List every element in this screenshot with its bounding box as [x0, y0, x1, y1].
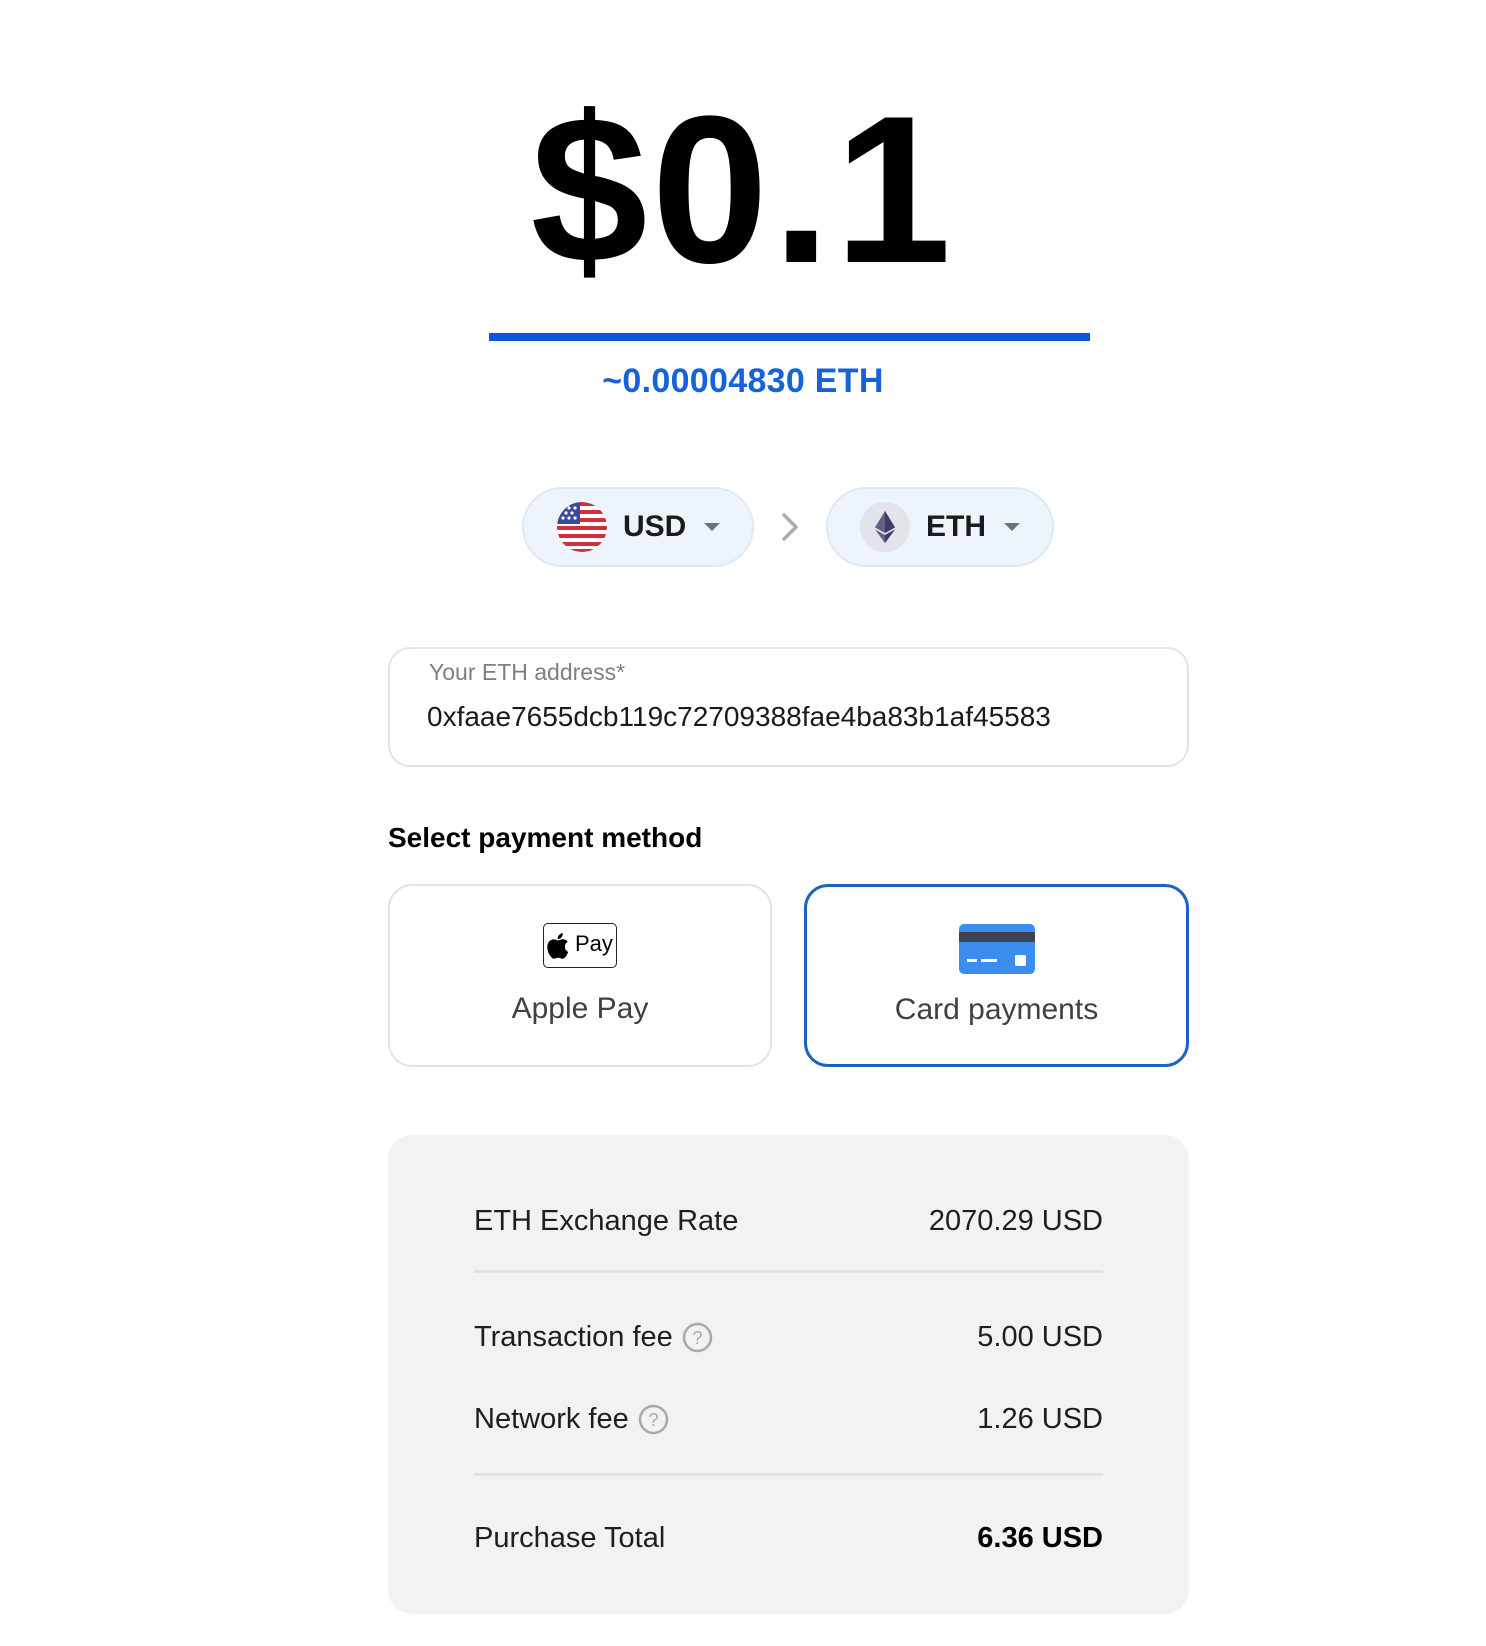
chevron-down-icon: [1004, 523, 1020, 531]
svg-text:?: ?: [692, 1328, 702, 1348]
to-currency-code: ETH: [926, 510, 986, 543]
to-currency-selector[interactable]: ETH: [826, 487, 1054, 567]
purchase-amount[interactable]: $0.1: [0, 80, 1486, 300]
eth-address-field[interactable]: Your ETH address*: [388, 647, 1189, 767]
credit-card-icon: [959, 924, 1035, 974]
eth-address-label: Your ETH address*: [429, 659, 626, 685]
svg-text:?: ?: [648, 1410, 658, 1430]
from-currency-selector[interactable]: USD: [522, 487, 754, 567]
summary-divider: [474, 1473, 1103, 1476]
network-fee-label: Network fee ?: [474, 1403, 669, 1436]
eth-address-input[interactable]: [427, 701, 1147, 733]
apple-pay-label: Apple Pay: [511, 992, 649, 1025]
purchase-total-label: Purchase Total: [474, 1522, 666, 1554]
summary-divider: [474, 1270, 1103, 1273]
payment-method-title: Select payment method: [388, 822, 703, 853]
chevron-right-icon: [775, 505, 805, 549]
exchange-rate-value: 2070.29 USD: [928, 1205, 1103, 1237]
card-payments-label: Card payments: [894, 993, 1099, 1026]
network-fee-value: 1.26 USD: [977, 1403, 1103, 1435]
crypto-estimate: ~0.00004830 ETH: [602, 362, 884, 400]
transaction-fee-label: Transaction fee ?: [474, 1321, 713, 1354]
from-currency-code: USD: [623, 510, 687, 543]
purchase-summary: ETH Exchange Rate 2070.29 USD Transactio…: [388, 1135, 1189, 1614]
transaction-fee-value: 5.00 USD: [977, 1321, 1103, 1353]
apple-pay-icon: Pay: [543, 923, 617, 968]
card-payments-option[interactable]: Card payments: [804, 884, 1189, 1067]
us-flag-icon: [557, 502, 607, 552]
help-icon[interactable]: ?: [638, 1404, 669, 1435]
apple-pay-badge-text: Pay: [575, 931, 613, 956]
chevron-down-icon: [704, 523, 721, 531]
amount-underline: [489, 333, 1090, 341]
exchange-rate-label: ETH Exchange Rate: [474, 1205, 739, 1237]
help-icon[interactable]: ?: [682, 1322, 713, 1353]
ethereum-icon: [860, 502, 910, 552]
purchase-total-value: 6.36 USD: [977, 1522, 1103, 1554]
apple-pay-option[interactable]: Pay Apple Pay: [388, 884, 772, 1067]
